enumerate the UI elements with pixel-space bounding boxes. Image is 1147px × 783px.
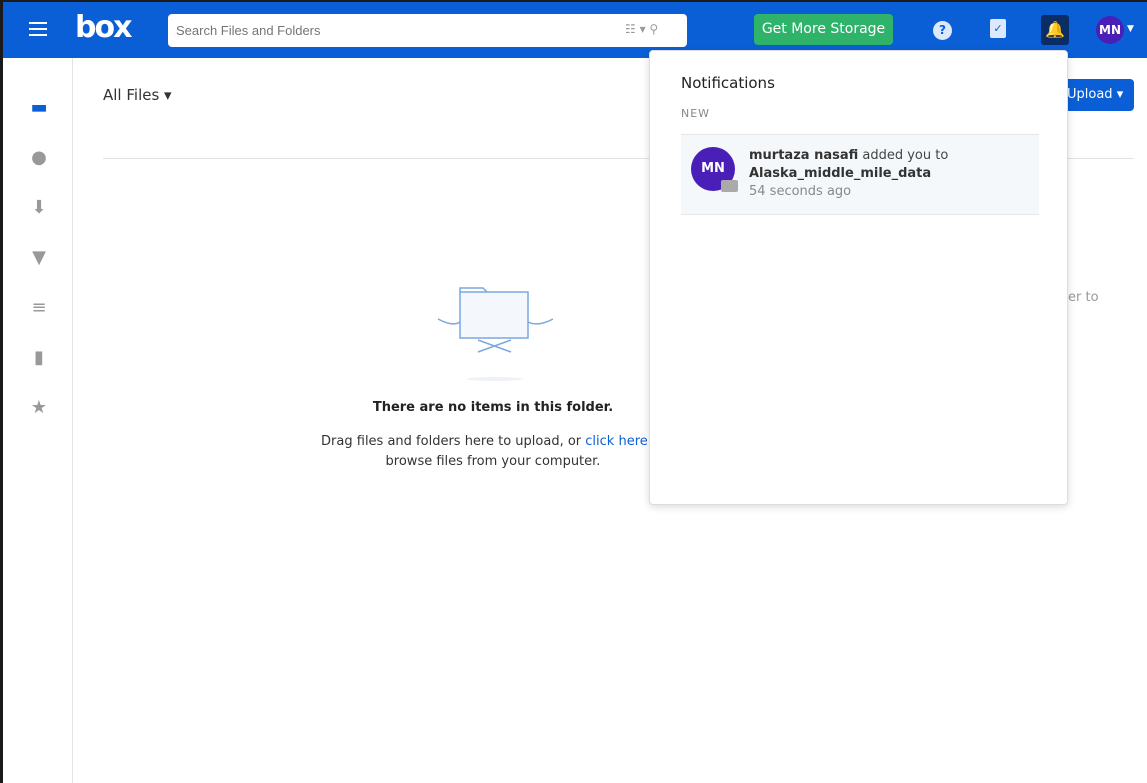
notification-text: murtaza nasafi added you to Alaska_middl… <box>749 147 948 201</box>
empty-description: Drag files and folders here to upload, o… <box>303 432 683 472</box>
breadcrumb[interactable]: All Files ▾ <box>103 86 172 104</box>
folder-icon[interactable]: ▬ <box>29 98 49 118</box>
click-here-link[interactable]: click here <box>585 434 647 449</box>
empty-folder-illustration <box>437 287 554 381</box>
notification-folder[interactable]: Alaska_middle_mile_data <box>749 166 931 181</box>
user-avatar[interactable]: MN <box>1096 16 1124 44</box>
upload-label: Upload <box>1067 87 1113 102</box>
breadcrumb-label: All Files <box>103 86 160 104</box>
help-icon[interactable]: ? <box>933 21 952 40</box>
recent-clock-icon[interactable]: ● <box>29 148 49 168</box>
empty-title: There are no items in this folder. <box>372 400 614 415</box>
notification-user: murtaza nasafi <box>749 148 859 163</box>
notifications-panel: Notifications NEW MN murtaza nasafi adde… <box>649 50 1068 505</box>
app-window: box ☷ ▾ ⚲ Get More Storage ? ✓ 🔔 MN ▼ ▬ … <box>3 2 1147 783</box>
menu-icon[interactable] <box>29 22 47 36</box>
trash-icon[interactable]: ▼ <box>29 248 49 268</box>
sidebar: ▬ ● ⬇ ▼ ≡ ▮ ★ <box>3 58 73 783</box>
analytics-icon[interactable]: ▮ <box>29 348 49 368</box>
notification-time: 54 seconds ago <box>749 184 852 199</box>
hidden-text-fragment: er to <box>1068 290 1099 305</box>
download-icon[interactable]: ⬇ <box>29 198 49 218</box>
empty-desc-text: Drag files and folders here to upload, o… <box>321 434 586 449</box>
chevron-down-icon[interactable]: ▼ <box>1127 24 1134 34</box>
search-filter-icon[interactable]: ☷ ▾ ⚲ <box>625 22 658 36</box>
notification-action: added you to <box>858 148 949 163</box>
section-label: NEW <box>681 107 711 120</box>
panel-title: Notifications <box>681 74 775 92</box>
tasks-icon[interactable]: ✓ <box>990 19 1006 38</box>
notes-icon[interactable]: ≡ <box>29 298 49 318</box>
search-input[interactable] <box>168 14 687 47</box>
shared-folder-icon <box>721 180 738 192</box>
notifications-bell-icon[interactable]: 🔔 <box>1041 15 1069 45</box>
notification-item[interactable]: MN murtaza nasafi added you to Alaska_mi… <box>681 134 1039 215</box>
get-more-storage-button[interactable]: Get More Storage <box>754 14 893 45</box>
box-logo[interactable]: box <box>75 10 132 45</box>
star-icon[interactable]: ★ <box>29 398 49 418</box>
